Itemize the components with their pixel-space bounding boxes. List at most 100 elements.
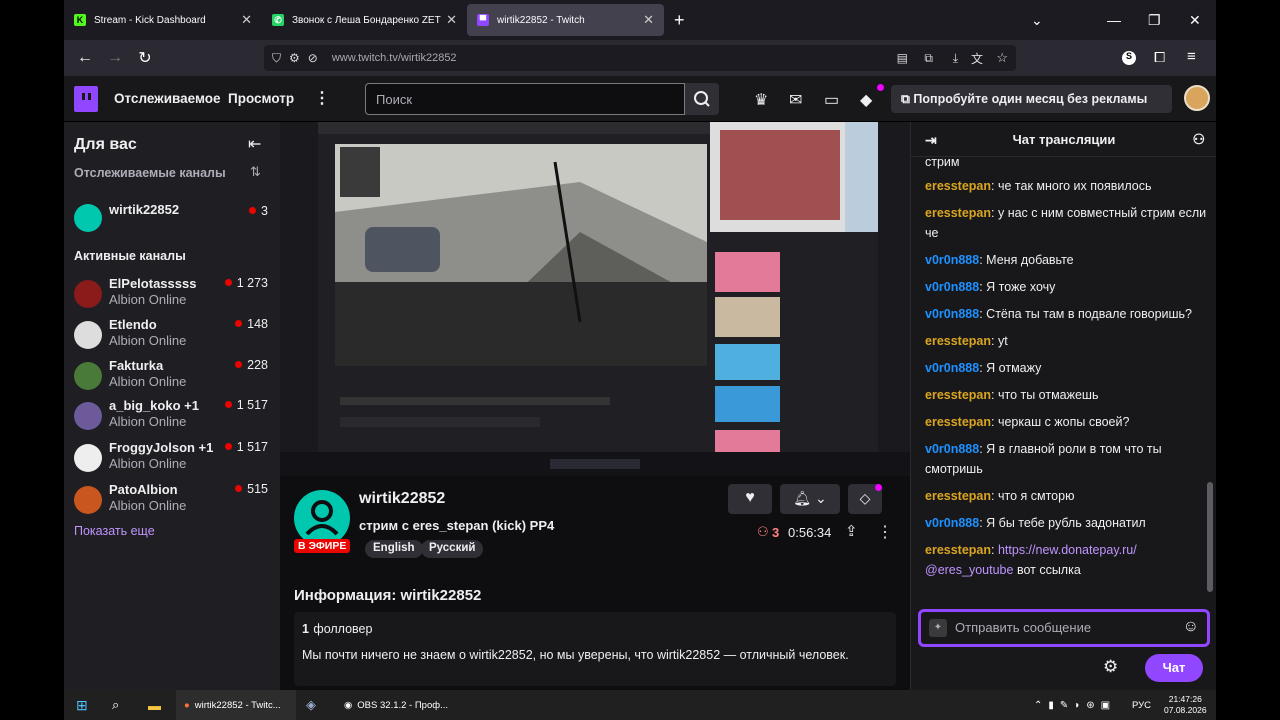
windows-start-icon[interactable]: ⊞ bbox=[76, 690, 88, 720]
channel-item[interactable]: Fakturka Albion Online 228 bbox=[74, 358, 274, 398]
chat-username[interactable]: eresstepan bbox=[925, 334, 991, 348]
twitch-logo-icon[interactable] bbox=[74, 86, 98, 112]
show-more-link[interactable]: Показать еще bbox=[74, 524, 155, 538]
search-input[interactable]: Поиск bbox=[365, 83, 685, 115]
notification-dot bbox=[875, 484, 882, 491]
close-window-icon[interactable]: ✕ bbox=[1189, 0, 1201, 40]
channel-item[interactable]: FroggyJolson +1 Albion Online 1 517 bbox=[74, 440, 274, 480]
close-icon[interactable]: ✕ bbox=[643, 12, 654, 28]
search-icon[interactable]: ⌕ bbox=[112, 690, 119, 720]
nav-browse[interactable]: Просмотр bbox=[228, 91, 294, 106]
chat-link[interactable]: https://new.donatepay.ru/ bbox=[998, 543, 1137, 557]
app-icon[interactable]: ◈ bbox=[306, 690, 316, 720]
ad-free-button[interactable]: ⧉ Попробуйте один месяц без рекламы bbox=[891, 85, 1172, 113]
url-text[interactable]: www.twitch.tv/wirtik22852 bbox=[332, 52, 457, 64]
tab-kick[interactable]: K Stream - Kick Dashboard ✕ bbox=[64, 0, 262, 40]
chat-username[interactable]: v0r0n888 bbox=[925, 307, 979, 321]
reload-icon[interactable]: ↻ bbox=[130, 48, 160, 68]
channel-name: a_big_koko +1 bbox=[109, 398, 199, 413]
chat-username[interactable]: eresstepan bbox=[925, 489, 991, 503]
uptime: 0:56:34 bbox=[788, 525, 832, 540]
viewers: 1 517 bbox=[236, 440, 268, 454]
chat-username[interactable]: v0r0n888 bbox=[925, 280, 979, 294]
search-button[interactable] bbox=[685, 83, 719, 115]
channel-item[interactable]: Etlendo Albion Online 148 bbox=[74, 317, 274, 357]
pip-icon[interactable]: ⧉ bbox=[924, 51, 933, 66]
channel-item[interactable]: PatoAlbion Albion Online 515 bbox=[74, 482, 274, 522]
follow-button[interactable]: ♥ bbox=[728, 484, 772, 514]
active-label: Активные каналы bbox=[74, 249, 186, 263]
sparkle-icon[interactable]: ✦ bbox=[929, 619, 947, 637]
extensions-icon[interactable]: ⧠ bbox=[1154, 49, 1165, 66]
reader-icon[interactable]: ▤ bbox=[897, 51, 908, 65]
channel-item[interactable]: a_big_koko +1 Albion Online 1 517 bbox=[74, 398, 274, 438]
chat-send-button[interactable]: Чат bbox=[1145, 654, 1203, 682]
twitch-icon: ▀ bbox=[477, 14, 489, 26]
back-icon[interactable]: ← bbox=[70, 49, 100, 67]
tag-russian[interactable]: Русский bbox=[421, 540, 484, 558]
new-tab-button[interactable]: + bbox=[674, 10, 685, 31]
more-options-icon[interactable]: ⋮ bbox=[877, 522, 893, 542]
chat-username[interactable]: eresstepan bbox=[925, 206, 991, 220]
emote-icon[interactable]: ☺ bbox=[1183, 618, 1199, 636]
firefox-icon: ● bbox=[184, 699, 190, 711]
close-icon[interactable]: ✕ bbox=[446, 12, 457, 28]
share-icon[interactable]: ⇪ bbox=[845, 522, 858, 540]
tab-whatsapp[interactable]: ✆ Звонок с Леша Бондаренко ZET ✕ bbox=[262, 0, 467, 40]
followed-channel[interactable]: wirtik22852 3 bbox=[74, 200, 274, 240]
no-tracking-icon: ⊘ bbox=[307, 51, 318, 65]
file-explorer-icon[interactable]: ▬ bbox=[148, 690, 161, 720]
more-icon[interactable]: ⋮ bbox=[314, 88, 330, 108]
message-text: что я смторю bbox=[997, 489, 1075, 503]
community-icon[interactable]: ⚇ bbox=[1192, 131, 1205, 148]
crown-icon[interactable]: ♛ bbox=[754, 90, 768, 110]
tab-twitch[interactable]: ▀ wirtik22852 - Twitch ✕ bbox=[467, 4, 664, 36]
menu-icon[interactable]: ≡ bbox=[1187, 48, 1196, 65]
chat-username[interactable]: v0r0n888 bbox=[925, 253, 979, 267]
tag-english[interactable]: English bbox=[365, 540, 423, 558]
whatsapp-icon: ✆ bbox=[272, 14, 284, 26]
chat-username[interactable]: eresstepan bbox=[925, 415, 991, 429]
taskbar-obs[interactable]: ◉ OBS 32.1.2 - Проф... bbox=[336, 690, 456, 720]
bookmark-star-icon[interactable]: ☆ bbox=[996, 50, 1008, 66]
live-dot bbox=[224, 401, 232, 408]
download-icon[interactable]: ⤓ bbox=[953, 51, 958, 66]
chat-mention[interactable]: @eres_youtube bbox=[925, 563, 1013, 577]
collapse-chat-icon[interactable]: ⇥ bbox=[925, 132, 937, 149]
clock[interactable]: 21:47:26 07.08.2026 bbox=[1164, 690, 1207, 720]
forward-icon[interactable]: → bbox=[100, 49, 130, 67]
chat-username[interactable]: eresstepan bbox=[925, 543, 991, 557]
collapse-icon[interactable]: ⇤ bbox=[248, 134, 261, 154]
video-player[interactable] bbox=[280, 122, 910, 476]
chat-username[interactable]: v0r0n888 bbox=[925, 361, 979, 375]
chat-username[interactable]: eresstepan bbox=[925, 179, 991, 193]
channel-item[interactable]: ElPelotasssss Albion Online 1 273 bbox=[74, 276, 274, 316]
tray-icons[interactable]: ⌃▮✎◗⊛▣ bbox=[1034, 690, 1116, 720]
whispers-icon[interactable]: ▭ bbox=[824, 90, 839, 110]
chat-username[interactable]: v0r0n888 bbox=[925, 516, 979, 530]
chat-username[interactable]: v0r0n888 bbox=[925, 442, 979, 456]
minimize-icon[interactable]: — bbox=[1107, 0, 1121, 40]
nav-following[interactable]: Отслеживаемое bbox=[114, 91, 221, 106]
translate-icon[interactable]: 文 bbox=[971, 50, 983, 67]
permissions-icon[interactable]: ⚙ bbox=[289, 51, 300, 65]
bits-icon[interactable]: ◆ bbox=[860, 90, 872, 110]
channel-name[interactable]: wirtik22852 bbox=[359, 490, 445, 508]
chat-input[interactable]: ✦ Отправить сообщение ☺ bbox=[918, 609, 1210, 647]
user-avatar[interactable] bbox=[1184, 85, 1210, 111]
close-icon[interactable]: ✕ bbox=[241, 12, 252, 28]
account-icon[interactable]: S bbox=[1122, 51, 1136, 65]
url-bar[interactable]: ⛉ ⚙ ⊘ www.twitch.tv/wirtik22852 ▤ ⧉ ⤓ 文 … bbox=[264, 45, 1016, 71]
tab-list-icon[interactable]: ⌄ bbox=[1031, 0, 1043, 40]
sort-icon[interactable]: ⇅ bbox=[250, 164, 261, 180]
language-indicator[interactable]: РУС bbox=[1132, 690, 1151, 720]
maximize-icon[interactable]: ❐ bbox=[1148, 0, 1161, 40]
notifications-button[interactable]: 🔔︎ ⌄ bbox=[780, 484, 840, 514]
streamer-avatar[interactable] bbox=[294, 490, 350, 546]
chat-settings-icon[interactable]: ⚙ bbox=[1103, 657, 1118, 677]
taskbar-firefox[interactable]: ● wirtik22852 - Twitc... bbox=[176, 690, 296, 720]
chat-scrollbar[interactable] bbox=[1207, 482, 1213, 592]
inbox-icon[interactable]: ✉ bbox=[789, 90, 802, 110]
live-dot bbox=[235, 485, 243, 492]
chat-username[interactable]: eresstepan bbox=[925, 388, 991, 402]
